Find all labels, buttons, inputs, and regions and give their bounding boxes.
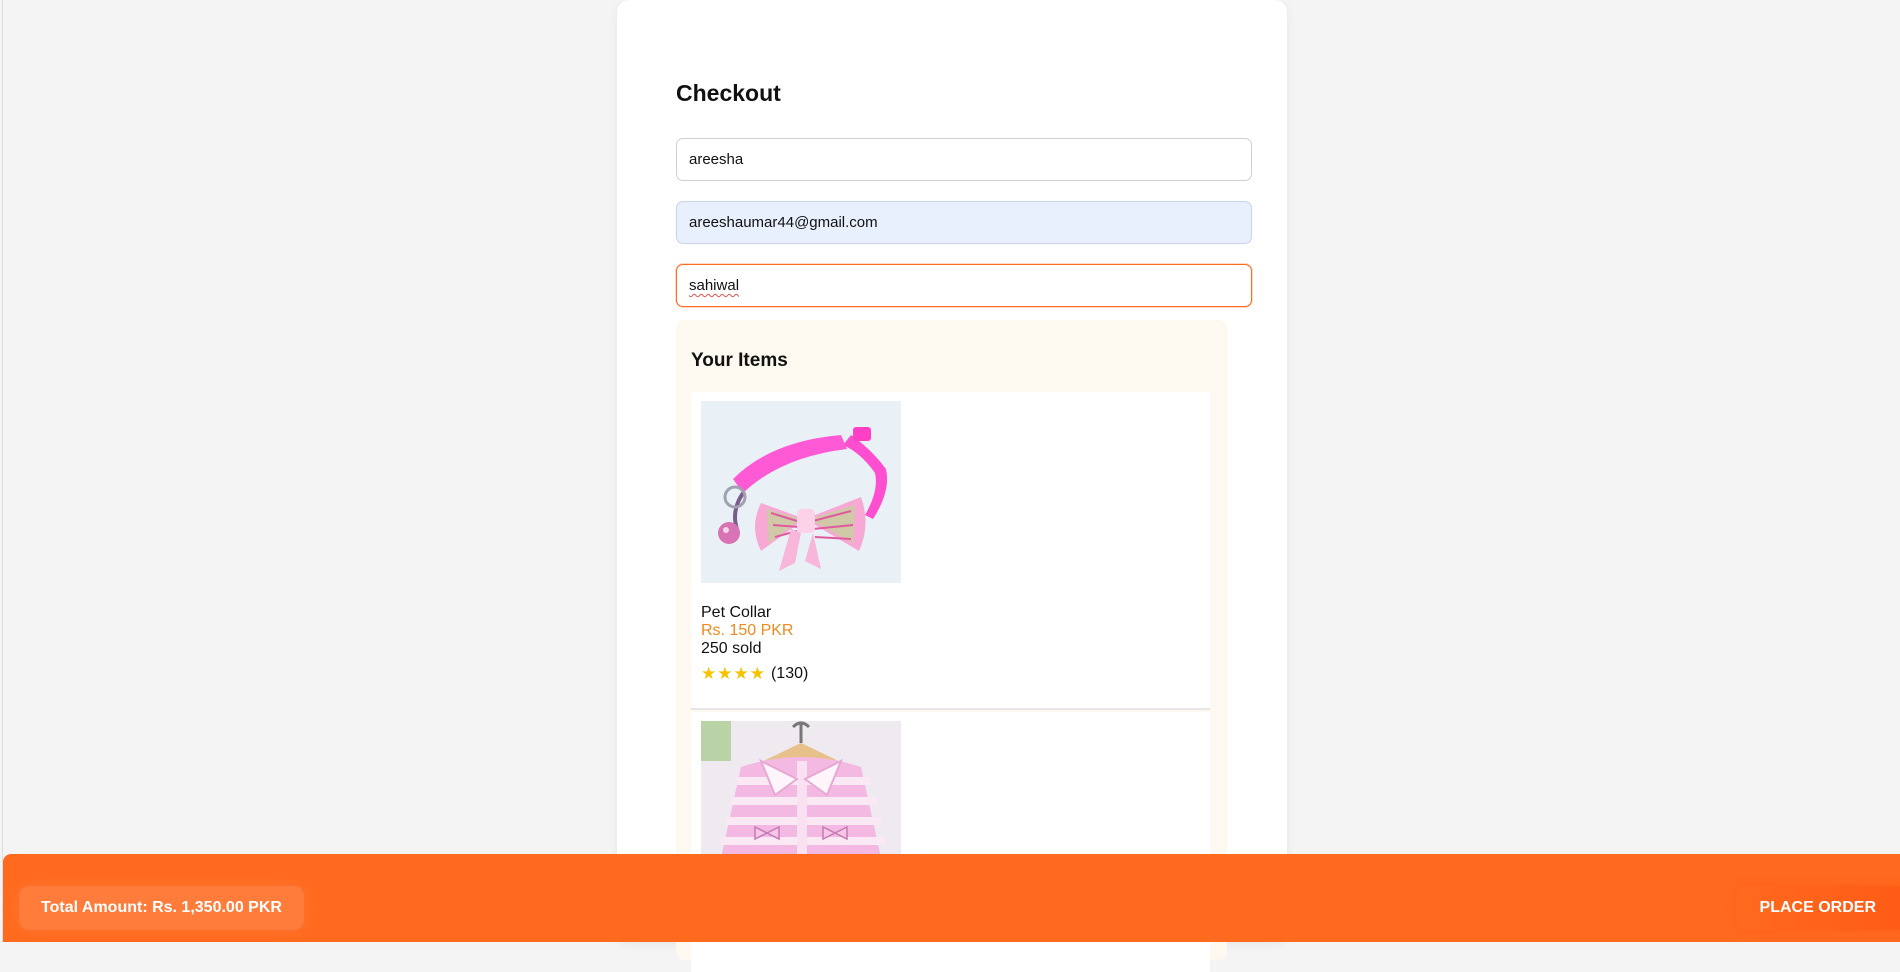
item-name: Pet Collar	[701, 604, 772, 621]
item-price: Rs. 150 PKR	[701, 622, 794, 639]
city-field-value: sahiwal	[689, 277, 740, 294]
name-field[interactable]: areesha	[676, 138, 1252, 181]
item-rating: ★★★★ (130)	[701, 664, 808, 684]
place-order-button[interactable]: PLACE ORDER	[1735, 886, 1900, 930]
items-title: Your Items	[691, 350, 788, 371]
email-field-value: areeshaumar44@gmail.com	[689, 214, 878, 231]
review-count: (130)	[770, 665, 809, 682]
email-field[interactable]: areeshaumar44@gmail.com	[676, 201, 1252, 244]
pink-pet-collar-with-bow-image	[701, 401, 901, 583]
order-summary-bar: Total Amount: Rs. 1,350.00 PKR PLACE ORD…	[3, 854, 1900, 942]
total-amount: Total Amount: Rs. 1,350.00 PKR	[19, 886, 304, 930]
list-item: Pet Collar Rs. 150 PKR 250 sold ★★★★ (13…	[691, 392, 1210, 710]
city-field[interactable]: sahiwal	[676, 264, 1252, 307]
item-sold-count: 250 sold	[701, 640, 762, 657]
checkout-card: Checkout areesha areeshaumar44@gmail.com…	[617, 0, 1287, 972]
name-field-value: areesha	[689, 151, 744, 168]
star-rating-icon: ★★★★	[701, 664, 766, 683]
page-title: Checkout	[676, 80, 781, 106]
